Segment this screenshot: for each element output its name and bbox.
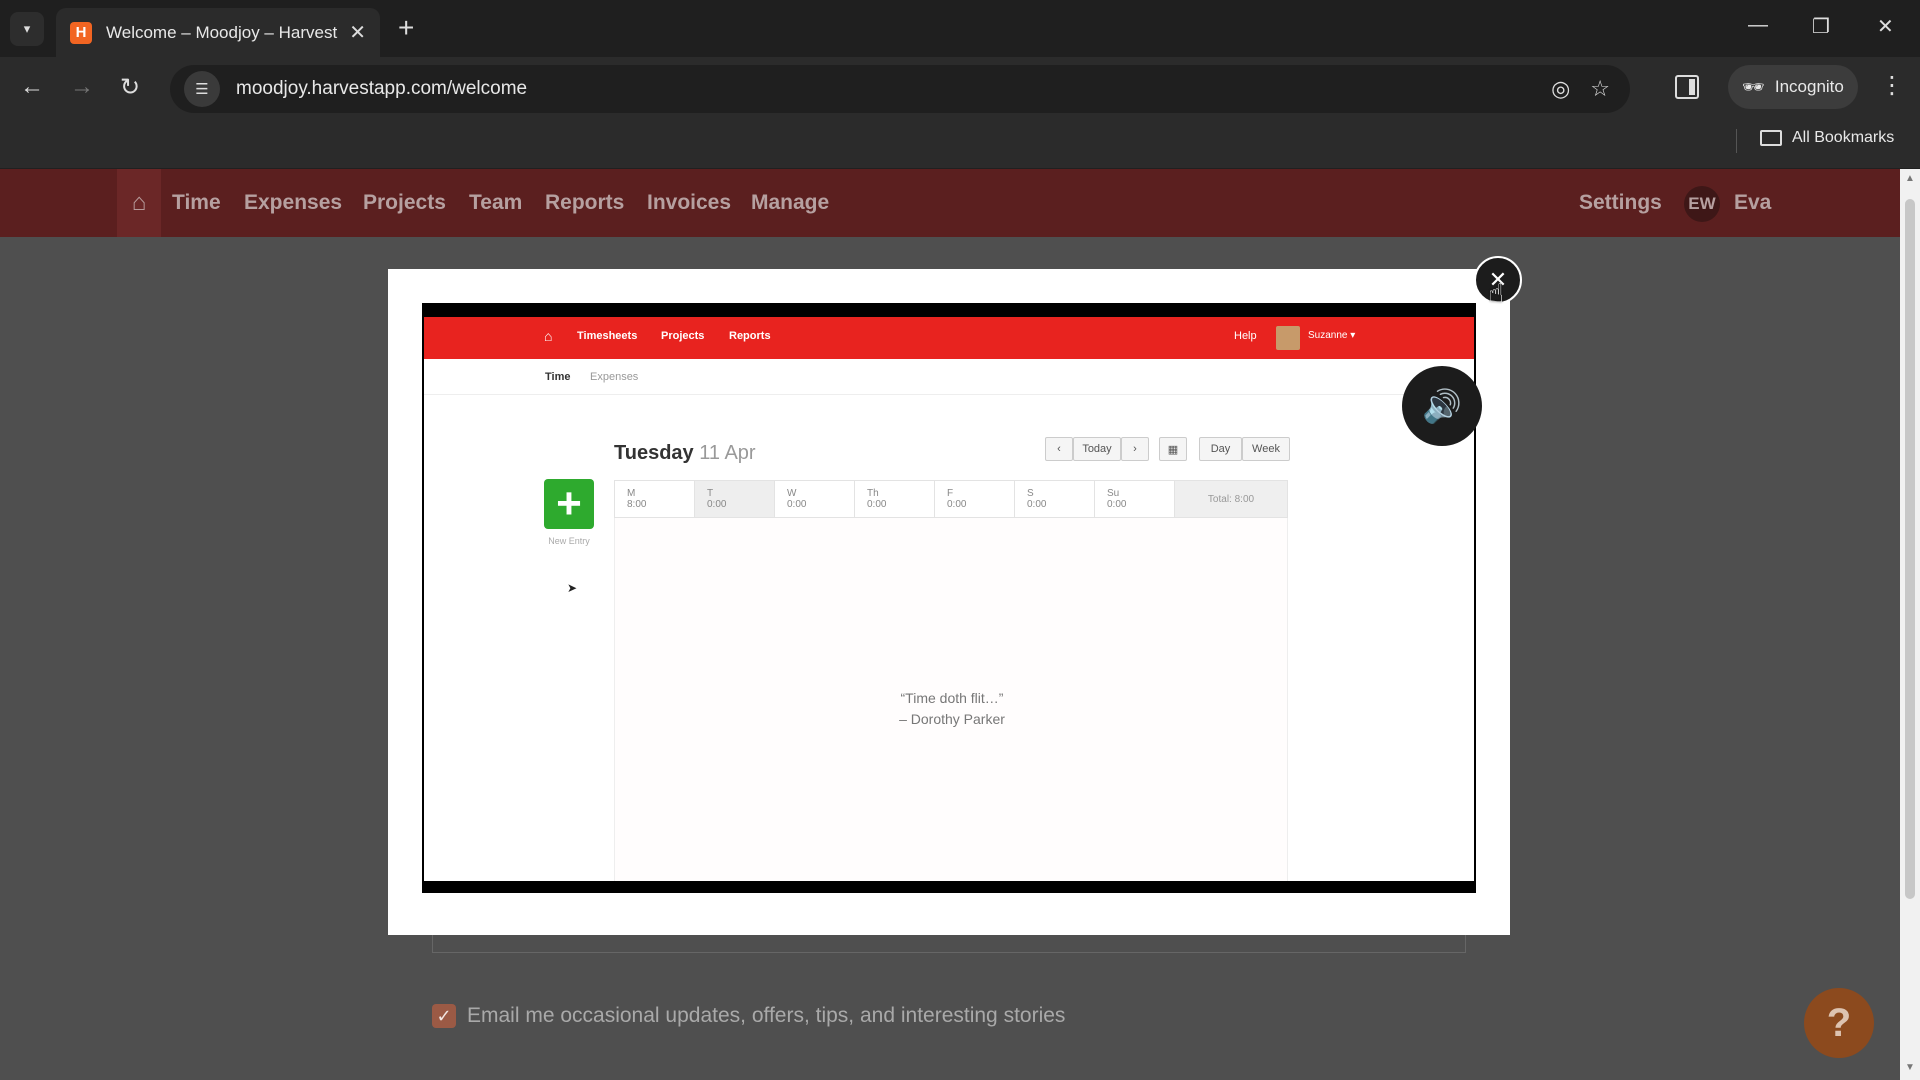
nav-item-invoices[interactable]: Invoices xyxy=(647,191,731,215)
scroll-down-icon[interactable]: ▼ xyxy=(1905,1062,1915,1073)
video-prev-icon: ‹ xyxy=(1045,437,1073,461)
video-calendar-icon: ▦ xyxy=(1159,437,1187,461)
bookmarks-divider xyxy=(1736,129,1737,153)
address-bar[interactable]: ☰ moodjoy.harvestapp.com/welcome ◎ ☆ xyxy=(170,65,1630,113)
video-day: Tuesday xyxy=(614,442,694,464)
video-nav-reports: Reports xyxy=(729,330,771,342)
incognito-badge[interactable]: 🕶 Incognito xyxy=(1728,65,1858,109)
tab-title: Welcome – Moodjoy – Harvest xyxy=(106,22,338,42)
tab-close-icon[interactable]: ✕ xyxy=(349,20,366,45)
url-text[interactable]: moodjoy.harvestapp.com/welcome xyxy=(236,78,1551,100)
back-icon[interactable]: ← xyxy=(20,73,44,101)
side-panel-icon[interactable] xyxy=(1675,75,1699,99)
incognito-label: Incognito xyxy=(1774,77,1844,96)
video-week-bar: M 8:00 T 0:00 W 0:00 Th 0:00 F 0:00 S 0:00 Su 0… xyxy=(614,480,1288,518)
video-week-total: Total: 8:00 xyxy=(1175,481,1287,517)
video-next-icon: › xyxy=(1121,437,1149,461)
video-week-view-button: Week xyxy=(1242,437,1290,461)
video-nav-help: Help xyxy=(1234,330,1257,342)
volume-icon[interactable]: 🔊 xyxy=(1402,366,1482,446)
eye-off-icon[interactable]: ◎ xyxy=(1551,76,1570,102)
restore-icon[interactable]: ❐ xyxy=(1812,14,1830,39)
hand-cursor-icon: ☝ xyxy=(1488,278,1504,308)
incognito-icon: 🕶 xyxy=(1742,76,1765,97)
help-chat-button[interactable]: ? xyxy=(1804,988,1874,1058)
harvest-favicon-icon: H xyxy=(70,21,92,44)
browser-menu-icon[interactable]: ⋮ xyxy=(1880,71,1904,100)
nav-item-projects[interactable]: Projects xyxy=(363,191,446,215)
video-timesheet-body: “Time doth flit…” – Dorothy Parker xyxy=(614,518,1288,881)
all-bookmarks-label: All Bookmarks xyxy=(1792,129,1895,146)
quote-line-1: “Time doth flit…” xyxy=(900,690,1004,706)
video-tab-time: Time xyxy=(545,371,571,383)
page-scrollbar[interactable]: ▲ ▼ xyxy=(1900,169,1920,1080)
home-icon[interactable]: ⌂ xyxy=(117,169,161,237)
nav-item-settings[interactable]: Settings xyxy=(1579,191,1662,215)
video-empty-quote: “Time doth flit…” – Dorothy Parker xyxy=(615,688,1289,730)
video-tab-expenses: Expenses xyxy=(590,371,639,383)
nav-item-team[interactable]: Team xyxy=(469,191,522,215)
video-home-icon: ⌂ xyxy=(544,328,553,344)
video-date: 11 Apr xyxy=(699,442,756,464)
forward-icon[interactable]: → xyxy=(70,73,94,101)
scroll-thumb[interactable] xyxy=(1905,199,1915,899)
video-frame: ⌂ Timesheets Projects Reports Help Suzan… xyxy=(424,317,1474,881)
avatar[interactable]: EW xyxy=(1684,186,1720,222)
video-day-cell: Su 0:00 xyxy=(1095,481,1175,517)
minimize-icon[interactable]: — xyxy=(1748,14,1768,37)
welcome-video-modal: ⌂ Timesheets Projects Reports Help Suzan… xyxy=(388,269,1510,935)
email-opt-in-checkbox[interactable]: ✓ xyxy=(432,1004,456,1028)
new-tab-icon[interactable]: + xyxy=(398,13,414,43)
site-settings-icon[interactable]: ☰ xyxy=(184,71,220,107)
harvest-app-nav: ⌂ Time Expenses Projects Team Reports In… xyxy=(0,169,1900,237)
tab-search-icon[interactable]: ▾ xyxy=(10,12,44,46)
browser-toolbar: ← → ↻ ☰ moodjoy.harvestapp.com/welcome ◎… xyxy=(0,57,1920,119)
intro-video-player[interactable]: ⌂ Timesheets Projects Reports Help Suzan… xyxy=(422,303,1482,893)
browser-tabstrip: ▾ H Welcome – Moodjoy – Harvest ✕ + — ❐ … xyxy=(0,0,1920,57)
bookmarks-bar: All Bookmarks xyxy=(0,119,1920,169)
video-day-cell: W 0:00 xyxy=(775,481,855,517)
video-day-cell: S 0:00 xyxy=(1015,481,1095,517)
reload-icon[interactable]: ↻ xyxy=(120,73,140,102)
nav-item-expenses[interactable]: Expenses xyxy=(244,191,342,215)
video-new-entry-plus-icon: + xyxy=(544,479,594,529)
video-nav-projects: Projects xyxy=(661,330,705,342)
video-day-view-button: Day xyxy=(1199,437,1242,461)
browser-tab-active[interactable]: H Welcome – Moodjoy – Harvest ✕ xyxy=(56,8,380,57)
scroll-up-icon[interactable]: ▲ xyxy=(1905,173,1915,184)
video-new-entry-label: New Entry xyxy=(548,536,590,546)
email-opt-in-label: Email me occasional updates, offers, tip… xyxy=(467,1004,1066,1027)
nav-item-manage[interactable]: Manage xyxy=(751,191,829,215)
window-close-icon[interactable]: ✕ xyxy=(1877,14,1894,39)
video-user-avatar xyxy=(1276,326,1300,350)
nav-item-reports[interactable]: Reports xyxy=(545,191,624,215)
video-subnav: Time Expenses xyxy=(424,359,1474,395)
video-today-button: Today xyxy=(1073,437,1121,461)
video-nav-timesheets: Timesheets xyxy=(577,330,638,342)
user-name[interactable]: Eva xyxy=(1734,191,1771,215)
video-date-heading: Tuesday 11 Apr xyxy=(614,442,756,465)
video-app-nav: ⌂ Timesheets Projects Reports Help Suzan… xyxy=(424,317,1474,359)
video-day-cell: Th 0:00 xyxy=(855,481,935,517)
video-user-name: Suzanne ▾ xyxy=(1308,330,1356,341)
bookmark-star-icon[interactable]: ☆ xyxy=(1590,76,1610,102)
quote-line-2: – Dorothy Parker xyxy=(899,711,1005,727)
video-day-cell: T 0:00 xyxy=(695,481,775,517)
folder-icon xyxy=(1760,130,1782,146)
nav-item-time[interactable]: Time xyxy=(172,191,221,215)
all-bookmarks-button[interactable]: All Bookmarks xyxy=(1760,129,1894,147)
video-day-cell: M 8:00 xyxy=(615,481,695,517)
video-cursor-icon: ➤ xyxy=(567,581,578,595)
video-day-cell: F 0:00 xyxy=(935,481,1015,517)
